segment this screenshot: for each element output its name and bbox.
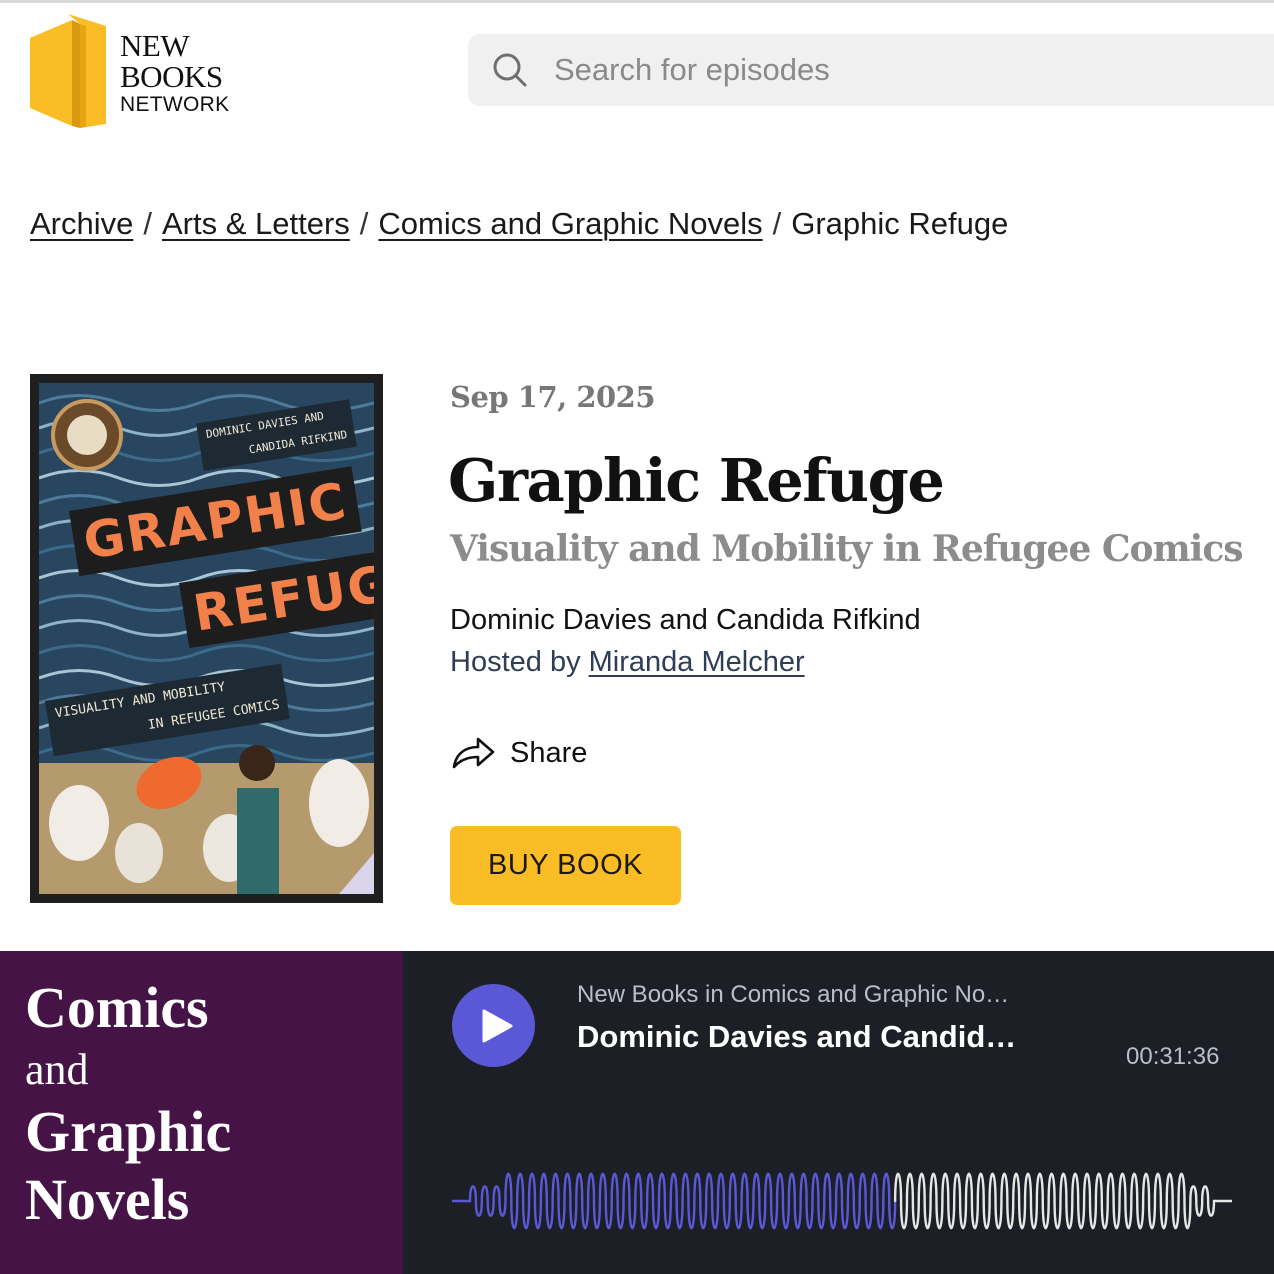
play-icon [482, 1009, 513, 1043]
top-rule [0, 0, 1274, 3]
breadcrumb-separator: / [359, 206, 369, 241]
breadcrumb-archive[interactable]: Archive [30, 206, 133, 241]
hosted-by-label: Hosted by [450, 646, 581, 678]
podcast-artwork[interactable]: Comics and Graphic Novels [0, 951, 403, 1274]
podcast-art-line-4: Novels [25, 1167, 190, 1232]
breadcrumb-current: Graphic Refuge [791, 206, 1009, 241]
breadcrumb-separator: / [143, 206, 152, 241]
logo-wordmark: NEW BOOKS NETWORK [120, 30, 229, 118]
waveform-scrubber[interactable] [452, 1151, 1232, 1251]
show-name[interactable]: New Books in Comics and Graphic No… [577, 981, 1009, 1009]
player-episode-name[interactable]: Dominic Davies and Candid… [577, 1019, 1016, 1055]
share-label: Share [510, 736, 588, 769]
waveform-played [452, 1172, 897, 1230]
breadcrumb: Archive / Arts & Letters / Comics and Graphi… [30, 206, 1008, 242]
episode-date: Sep 17, 2025 [450, 380, 656, 414]
site-logo[interactable]: NEW BOOKS NETWORK [28, 14, 258, 128]
breadcrumb-separator: / [772, 206, 782, 241]
breadcrumb-comics-graphic-novels[interactable]: Comics and Graphic Novels [378, 206, 762, 241]
share-arrow-icon [452, 737, 495, 769]
breadcrumb-arts-letters[interactable]: Arts & Letters [162, 206, 350, 241]
book-cover-art: DOMINIC DAVIES AND CANDIDA RIFKIND GRAPH… [39, 383, 374, 894]
podcast-art-line-3: Graphic [25, 1099, 232, 1164]
audio-player: Comics and Graphic Novels New Books in C… [0, 951, 1274, 1274]
episode-subtitle: Visuality and Mobility in Refugee Comics [450, 528, 1244, 570]
share-button[interactable]: Share [450, 732, 587, 774]
play-button[interactable] [452, 984, 535, 1067]
episode-duration: 00:31:36 [1126, 1043, 1220, 1070]
podcast-art-line-1: Comics [25, 975, 209, 1040]
book-logo-icon [30, 14, 106, 128]
waveform-remaining [893, 1172, 1232, 1230]
logo-line-books: BOOKS [120, 59, 223, 94]
host-link[interactable]: Miranda Melcher [589, 646, 805, 678]
episode-title: Graphic Refuge [448, 446, 945, 515]
buy-book-button[interactable]: BUY BOOK [450, 826, 681, 905]
search-bar[interactable] [468, 34, 1274, 106]
hosted-by: Hosted by Miranda Melcher [450, 646, 805, 679]
search-icon [493, 53, 527, 87]
search-input[interactable] [554, 46, 1254, 94]
podcast-art-line-2: and [25, 1045, 89, 1094]
book-authors: Dominic Davies and Candida Rifkind [450, 604, 921, 636]
logo-line-network: NETWORK [120, 93, 230, 116]
logo-line-new: NEW [120, 28, 190, 63]
book-cover[interactable]: DOMINIC DAVIES AND CANDIDA RIFKIND GRAPH… [30, 374, 383, 903]
